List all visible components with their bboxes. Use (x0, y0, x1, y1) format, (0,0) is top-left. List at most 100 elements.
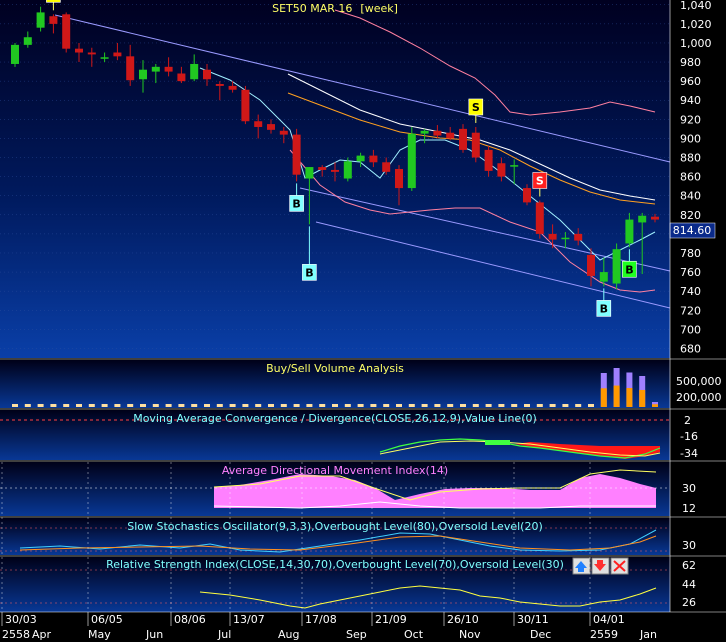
candle-body (612, 249, 621, 284)
price-tick-label: 900 (680, 132, 701, 145)
volume-bar-buy (626, 388, 633, 407)
candle-body (164, 66, 173, 72)
volume-bar-buy (639, 389, 646, 407)
rsi-tick-44: 44 (682, 578, 696, 591)
candle-body (587, 254, 595, 276)
volume-bar (293, 404, 300, 407)
signal-label: B (625, 263, 633, 276)
volume-bar (370, 404, 377, 407)
macd-tick-16: -16 (680, 430, 698, 443)
candle-body (75, 48, 83, 53)
volume-bar (268, 404, 274, 407)
candle-body (343, 161, 352, 179)
volume-bar (524, 404, 530, 407)
candle-body (395, 168, 403, 189)
candle-body (382, 162, 391, 172)
volume-bar (408, 404, 415, 407)
volume-tick-200000: 200,000 (676, 391, 722, 404)
price-tick-label: 960 (680, 75, 701, 88)
volume-bar (460, 404, 466, 407)
x-date-label: 13/07 (233, 613, 265, 626)
price-tick-label: 920 (680, 113, 701, 126)
adx-tick-30: 30 (682, 482, 696, 495)
volume-bar (255, 404, 262, 407)
candle-body (87, 52, 96, 55)
price-tick-label: 1,000 (680, 37, 712, 50)
volume-bar (178, 404, 185, 407)
volume-bar (216, 404, 223, 407)
x-month-label: Jun (145, 628, 163, 641)
rsi-tick-62: 62 (682, 559, 696, 572)
candle-body (100, 57, 109, 59)
volume-bar (152, 404, 159, 407)
candle-body (548, 233, 557, 240)
volume-bar (562, 404, 569, 407)
adx-tick-12: 12 (682, 502, 696, 515)
rsi-title: Relative Strength Index(CLOSE,14,30,70),… (106, 558, 564, 571)
volume-bar-buy (600, 388, 607, 407)
price-tick-label: 940 (680, 94, 701, 107)
stock-chart: 1,040 1,020 1,000 980 960 940 920 900 880 860 840 8… (0, 0, 726, 642)
volume-bar (76, 404, 82, 407)
candle-body (651, 216, 659, 220)
candle-body (535, 202, 544, 234)
candle-body (62, 14, 71, 49)
stochastic-title: Slow Stochastics Oscillator(9,3,3),Overb… (127, 520, 543, 533)
volume-bar (357, 404, 364, 407)
price-tick-label: 820 (680, 209, 701, 222)
price-tick-label: 720 (680, 304, 701, 317)
x-month-label: Jul (217, 628, 231, 641)
x-date-label: 17/08 (305, 613, 337, 626)
volume-bar (242, 404, 249, 407)
price-tick-label: 1,020 (680, 18, 712, 31)
price-tick-label: 1,040 (680, 0, 712, 12)
x-month-label: Jan (639, 628, 657, 641)
x-month-label: Nov (459, 628, 481, 641)
panel-toolbar (572, 557, 629, 575)
x-month-label: Oct (404, 628, 424, 641)
candle-body (36, 12, 45, 28)
candle-body (459, 128, 467, 150)
price-tick-label: 680 (680, 342, 701, 355)
candle-body (23, 37, 32, 45)
candle-body (638, 215, 647, 223)
price-tick-label: 880 (680, 152, 701, 165)
candle-body (228, 85, 237, 90)
volume-bar (165, 404, 172, 407)
price-tick-label: 740 (680, 285, 701, 298)
volume-title: Buy/Sell Volume Analysis (266, 362, 404, 375)
price-tick-label: 860 (680, 171, 701, 184)
candle-body (510, 165, 519, 167)
candle-body (113, 52, 122, 57)
candle-body (318, 167, 327, 170)
candle-body (254, 121, 263, 127)
x-month-label: Sep (346, 628, 367, 641)
signal-label: S (536, 174, 544, 187)
volume-bar (332, 404, 338, 407)
x-month-label: May (88, 628, 111, 641)
volume-bar (140, 404, 146, 407)
candle-body (151, 66, 160, 72)
volume-bar (24, 404, 31, 407)
volume-bar (575, 404, 582, 407)
x-month-label: Aug (278, 628, 299, 641)
volume-bar (549, 404, 556, 407)
x-date-label: 06/05 (91, 613, 123, 626)
volume-bar (536, 404, 543, 407)
candle-body (139, 69, 147, 80)
volume-bar (485, 404, 492, 407)
price-tick-label: 700 (680, 323, 701, 336)
price-tick-label: 980 (680, 56, 701, 69)
volume-bar (588, 404, 594, 407)
candle-body (203, 69, 211, 80)
volume-bar (511, 404, 518, 407)
volume-bar (319, 404, 326, 407)
adx-title: Average Directional Movement Index(14) (222, 464, 448, 477)
candle-body (497, 163, 506, 177)
candle-body (305, 167, 314, 179)
x-month-label: 2558 (2, 628, 30, 641)
volume-bar-buy (613, 385, 620, 407)
volume-bar (191, 404, 198, 407)
candle-body (241, 89, 250, 122)
candle-body (177, 73, 186, 82)
